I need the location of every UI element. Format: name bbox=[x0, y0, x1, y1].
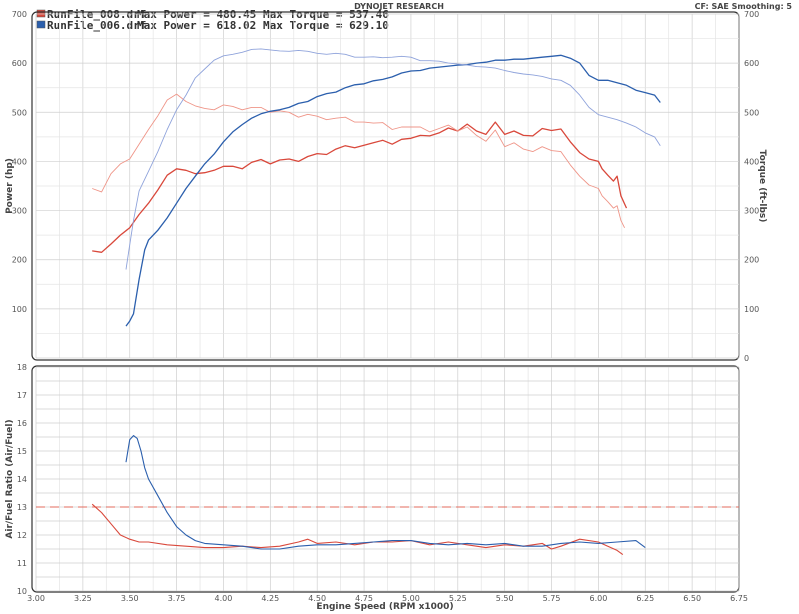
afr-tick-labels: 10 11 12 13 14 15 16 17 18 3.00 3.25 3.50 3.75 4.00 4.… bbox=[17, 363, 748, 603]
afr-tick-label: 14 bbox=[17, 475, 27, 484]
afr-tick-label: 17 bbox=[17, 391, 27, 400]
afr-axis-title: Air/Fuel Ratio (Air/Fuel) bbox=[5, 419, 15, 538]
afr-tick-label: 10 bbox=[17, 587, 27, 596]
rpm-tick-label: 4.25 bbox=[261, 594, 279, 603]
afr-grid bbox=[35, 366, 740, 592]
rpm-tick-label: 3.50 bbox=[121, 594, 139, 603]
torque-tick-label: 600 bbox=[744, 59, 759, 68]
power-axis-title: Power (hp) bbox=[5, 158, 15, 214]
power-tick-label: 500 bbox=[12, 108, 27, 117]
torque-tick-label: 0 bbox=[744, 354, 749, 363]
runfile-008-drf-power-line bbox=[92, 121, 628, 253]
afr-tick-label: 15 bbox=[17, 447, 27, 456]
afr-tick-label: 16 bbox=[17, 419, 27, 428]
runfile-006-drf-torque-line bbox=[125, 48, 661, 270]
rpm-axis-title: Engine Speed (RPM x1000) bbox=[316, 602, 453, 612]
rpm-tick-label: 6.75 bbox=[730, 594, 748, 603]
power-tick-label: 200 bbox=[12, 256, 27, 265]
rpm-tick-label: 3.75 bbox=[168, 594, 186, 603]
rpm-tick-label: 5.50 bbox=[496, 594, 514, 603]
torque-tick-label: 500 bbox=[744, 108, 759, 117]
rpm-tick-label: 3.00 bbox=[27, 594, 45, 603]
runfile-006-drf-afr-line bbox=[125, 435, 646, 550]
rpm-tick-label: 6.00 bbox=[589, 594, 607, 603]
runfile-008-drf-afr-line bbox=[91, 503, 624, 556]
torque-tick-label: 200 bbox=[744, 256, 759, 265]
afr-tick-label: 12 bbox=[17, 531, 27, 540]
torque-tick-label: 400 bbox=[744, 157, 759, 166]
legend-swatch-run-006 bbox=[36, 20, 46, 29]
rpm-tick-label: 3.25 bbox=[74, 594, 92, 603]
afr-tick-label: 18 bbox=[17, 363, 27, 372]
dyno-chart: DYNOJET RESEARCH CF: SAE Smoothing: 5 Ru… bbox=[5, 2, 792, 612]
power-tick-label: 600 bbox=[12, 59, 27, 68]
legend-file-run-006: RunFile_006.drf bbox=[47, 19, 146, 32]
legend-swatch-run-008 bbox=[36, 9, 46, 18]
rpm-tick-label: 4.00 bbox=[215, 594, 233, 603]
afr-tick-label: 11 bbox=[17, 559, 27, 568]
afr-tick-label: 13 bbox=[17, 503, 27, 512]
legend-torque-run-006: Max Torque = 629.10 bbox=[263, 19, 389, 32]
torque-axis-title: Torque (ft-lbs) bbox=[757, 150, 767, 223]
torque-tick-label: 100 bbox=[744, 305, 759, 314]
runfile-008-drf-torque-line bbox=[92, 93, 626, 229]
power-tick-label: 100 bbox=[12, 305, 27, 314]
legend-power-run-006: Max Power = 618.02 bbox=[137, 19, 256, 32]
power-tick-label: 700 bbox=[12, 10, 27, 19]
rpm-tick-label: 5.75 bbox=[543, 594, 561, 603]
torque-tick-label: 700 bbox=[744, 10, 759, 19]
rpm-tick-label: 6.50 bbox=[683, 594, 701, 603]
rpm-tick-label: 6.25 bbox=[636, 594, 654, 603]
torque-tick-label: 300 bbox=[744, 207, 759, 216]
